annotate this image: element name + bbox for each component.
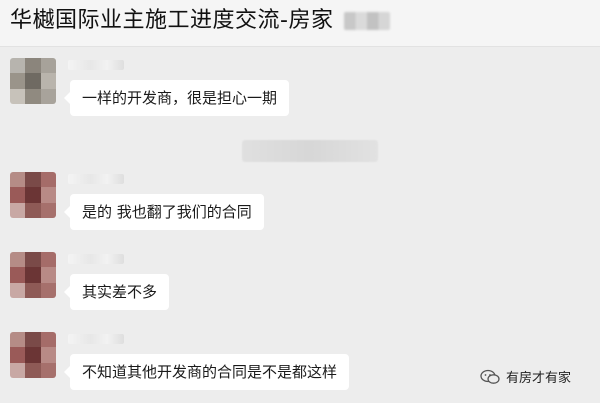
message-bubble[interactable]: 一样的开发商，很是担心一期: [63, 80, 290, 116]
message-bubble[interactable]: 是的 我也翻了我们的合同: [64, 194, 264, 230]
watermark: 有房才有家: [480, 367, 571, 386]
redacted-member-count: [344, 12, 390, 30]
chat-area[interactable]: 一样的开发商，很是担心一期 是的 我也翻了我们的合同 其实差不多 不知道其他开发…: [0, 46, 600, 403]
sender-name-redacted: [68, 254, 124, 264]
system-message-redacted: [242, 140, 378, 162]
sender-name-redacted: [68, 60, 124, 70]
wechat-icon: [480, 369, 500, 385]
sender-name-redacted: [68, 334, 124, 344]
sender-name-redacted: [68, 174, 124, 184]
chat-header: 华樾国际业主施工进度交流-房家: [0, 0, 600, 47]
message-bubble[interactable]: 不知道其他开发商的合同是不是都这样: [63, 354, 350, 390]
message-bubble[interactable]: 其实差不多: [63, 274, 170, 310]
watermark-text: 有房才有家: [506, 371, 572, 386]
avatar[interactable]: [10, 172, 56, 218]
avatar[interactable]: [10, 252, 56, 298]
chat-title[interactable]: 华樾国际业主施工进度交流-房家: [10, 6, 333, 36]
avatar[interactable]: [10, 58, 56, 104]
avatar[interactable]: [10, 332, 56, 378]
